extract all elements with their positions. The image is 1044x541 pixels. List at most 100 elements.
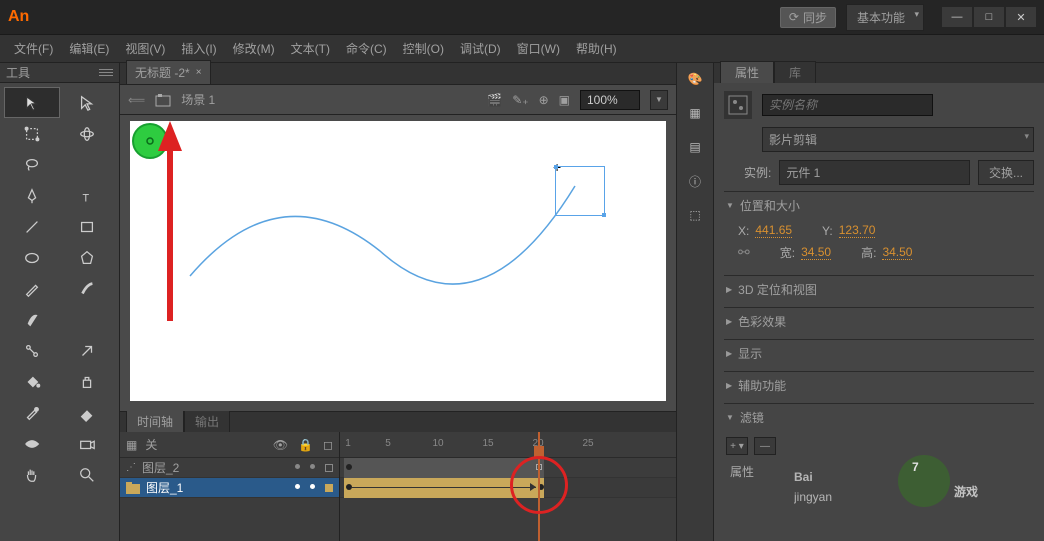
paint-brush-tool[interactable]: [4, 304, 60, 335]
menu-modify[interactable]: 修改(M): [225, 36, 283, 61]
lock-icon[interactable]: 🔒: [298, 438, 313, 452]
sync-settings-button[interactable]: ⟳ 同步: [780, 7, 836, 28]
link-dimensions-icon[interactable]: ⚯: [738, 244, 750, 261]
visibility-icon[interactable]: 👁: [273, 438, 288, 452]
section-position-size[interactable]: ▼位置和大小: [724, 192, 1034, 219]
menu-control[interactable]: 控制(O): [395, 36, 452, 61]
eraser-tool[interactable]: [60, 397, 116, 428]
tab-timeline[interactable]: 时间轴: [126, 410, 184, 432]
bind-tool[interactable]: [60, 335, 116, 366]
menu-debug[interactable]: 调试(D): [452, 36, 509, 61]
menu-view[interactable]: 视图(V): [117, 36, 173, 61]
swatches-icon[interactable]: ▦: [685, 103, 705, 123]
stage[interactable]: +: [130, 121, 666, 401]
rectangle-tool[interactable]: [60, 211, 116, 242]
menu-help[interactable]: 帮助(H): [568, 36, 625, 61]
zoom-input[interactable]: 100%: [580, 90, 640, 110]
center-stage-icon[interactable]: ▣: [559, 93, 570, 107]
brush-tool[interactable]: [60, 273, 116, 304]
tab-properties[interactable]: 属性: [720, 61, 774, 83]
free-transform-tool[interactable]: [4, 118, 60, 149]
ruler-mark: 1: [345, 438, 351, 449]
movieclip-type-icon: [724, 91, 752, 119]
section-filters[interactable]: ▼滤镜: [724, 404, 1034, 431]
minimize-button[interactable]: —: [942, 7, 972, 27]
swap-button[interactable]: 交换...: [978, 160, 1034, 185]
section-title: 显示: [738, 345, 762, 362]
workspace-dropdown[interactable]: 基本功能: [846, 4, 924, 31]
tools-panel: 工具 T: [0, 63, 120, 541]
playhead[interactable]: [538, 432, 540, 541]
bone-tool[interactable]: [4, 335, 60, 366]
x-label: X:: [738, 224, 749, 238]
tab-library[interactable]: 库: [774, 61, 816, 83]
close-tab-icon[interactable]: ×: [196, 67, 202, 78]
instance-label: 实例:: [744, 164, 771, 181]
align-icon[interactable]: ▤: [685, 137, 705, 157]
zoom-dropdown[interactable]: ▼: [650, 90, 668, 110]
instance-name-input[interactable]: [762, 94, 933, 116]
ruler-mark: 10: [432, 438, 443, 449]
document-tab[interactable]: 无标题 -2* ×: [126, 60, 211, 84]
width-value[interactable]: 34.50: [801, 245, 831, 260]
close-button[interactable]: ✕: [1006, 7, 1036, 27]
ink-bottle-tool[interactable]: [60, 366, 116, 397]
width-tool[interactable]: [4, 428, 60, 459]
symbol-type-dropdown[interactable]: 影片剪辑: [762, 127, 1034, 152]
3d-rotation-tool[interactable]: [60, 118, 116, 149]
oval-tool[interactable]: [4, 242, 60, 273]
layer-guide[interactable]: ⋰ 图层_2: [120, 458, 339, 478]
camera-layer-icon[interactable]: ▦: [126, 438, 137, 452]
clapboard-icon[interactable]: 🎬: [487, 93, 502, 107]
section-accessibility[interactable]: ▶辅助功能: [724, 372, 1034, 399]
add-filter-button[interactable]: + ▾: [726, 437, 748, 455]
subselection-tool[interactable]: [60, 87, 116, 118]
menu-edit[interactable]: 编辑(E): [61, 36, 117, 61]
tab-output[interactable]: 输出: [184, 410, 230, 432]
section-display[interactable]: ▶显示: [724, 340, 1034, 367]
zoom-tool[interactable]: [60, 459, 116, 490]
paint-bucket-tool[interactable]: [4, 366, 60, 397]
layer-1[interactable]: 图层_1: [120, 478, 339, 498]
w-label: 宽:: [780, 244, 795, 261]
selection-tool[interactable]: [4, 87, 60, 118]
eyedropper-tool[interactable]: [4, 397, 60, 428]
layer-name: 图层_2: [142, 459, 179, 476]
outline-icon[interactable]: ◻: [323, 438, 333, 452]
polystar-tool[interactable]: [60, 242, 116, 273]
edit-scene-icon[interactable]: ✎₊: [512, 93, 528, 107]
menu-text[interactable]: 文本(T): [283, 36, 338, 61]
menu-insert[interactable]: 插入(I): [173, 36, 224, 61]
symbol-icon[interactable]: ⊕: [539, 93, 549, 107]
camera-tool[interactable]: [60, 428, 116, 459]
transform-icon[interactable]: ⬚: [685, 205, 705, 225]
text-tool[interactable]: T: [60, 180, 116, 211]
y-value[interactable]: 123.70: [839, 223, 876, 238]
section-3d[interactable]: ▶3D 定位和视图: [724, 276, 1034, 303]
line-tool[interactable]: [4, 211, 60, 242]
hand-tool[interactable]: [4, 459, 60, 490]
selection-bounding-box[interactable]: [555, 166, 605, 216]
remove-filter-button[interactable]: —: [754, 437, 776, 455]
scene-name[interactable]: 场景 1: [181, 91, 215, 108]
back-icon[interactable]: ⟸: [128, 93, 145, 107]
menu-file[interactable]: 文件(F): [6, 36, 61, 61]
y-label: Y:: [822, 224, 833, 238]
panel-menu-icon[interactable]: [99, 69, 113, 76]
ruler-mark: 5: [385, 438, 391, 449]
pen-tool[interactable]: [4, 180, 60, 211]
section-color-effect[interactable]: ▶色彩效果: [724, 308, 1034, 335]
menu-window[interactable]: 窗口(W): [509, 36, 568, 61]
lasso-tool[interactable]: [4, 149, 60, 180]
pencil-tool[interactable]: [4, 273, 60, 304]
frames-area[interactable]: 1s 1 5 10 15 20 25: [340, 432, 676, 541]
color-palette-icon[interactable]: 🎨: [685, 69, 705, 89]
height-value[interactable]: 34.50: [882, 245, 912, 260]
info-icon[interactable]: ⓘ: [685, 171, 705, 191]
menu-commands[interactable]: 命令(C): [338, 36, 395, 61]
movie-clip-instance[interactable]: [130, 121, 170, 161]
maximize-button[interactable]: □: [974, 7, 1004, 27]
timeline-panel: 时间轴 输出 ▦ 关 👁 🔒 ◻ ⋰: [120, 411, 676, 541]
x-value[interactable]: 441.65: [755, 223, 792, 238]
section-title: 3D 定位和视图: [738, 281, 817, 298]
